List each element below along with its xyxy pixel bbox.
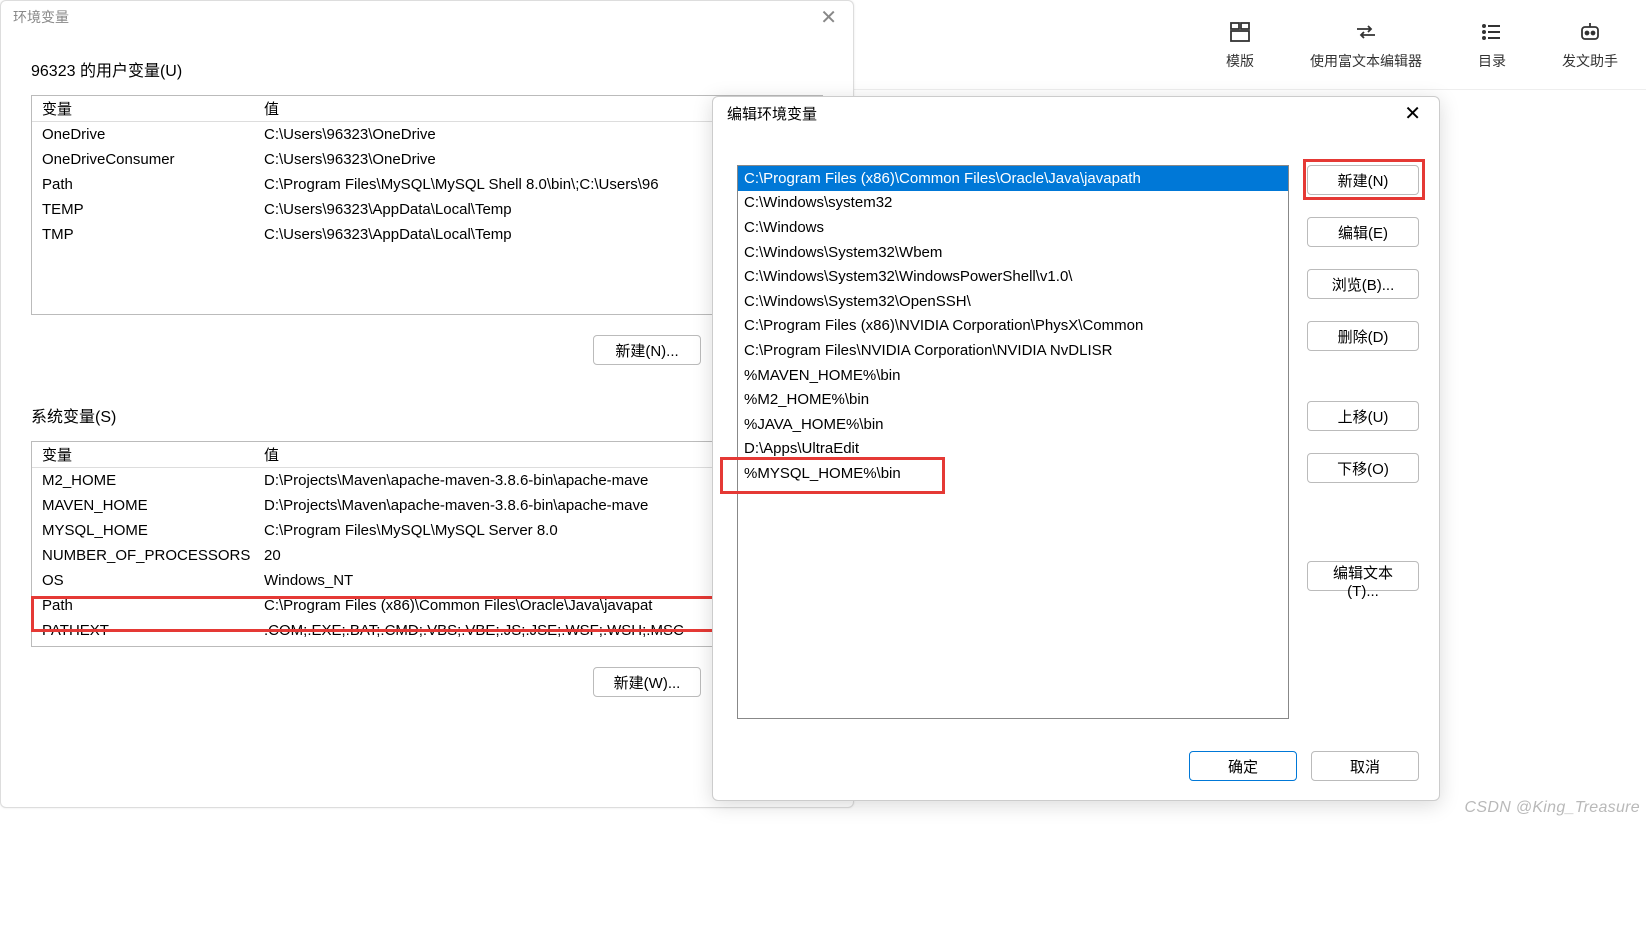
robot-icon <box>1577 19 1603 45</box>
table-row[interactable]: MAVEN_HOMED:\Projects\Maven\apache-maven… <box>32 493 822 518</box>
table-row[interactable]: TEMPC:\Users\96323\AppData\Local\Temp <box>32 197 822 222</box>
path-item[interactable]: %JAVA_HOME%\bin <box>738 412 1288 437</box>
delete-path-button[interactable]: 删除(D) <box>1307 321 1419 351</box>
table-row[interactable]: OneDriveC:\Users\96323\OneDrive <box>32 122 822 147</box>
path-item[interactable]: %MAVEN_HOME%\bin <box>738 363 1288 388</box>
path-item[interactable]: C:\Windows\System32\Wbem <box>738 240 1288 265</box>
new-sys-var-button[interactable]: 新建(W)... <box>593 667 701 697</box>
watermark: CSDN @King_Treasure <box>1465 799 1640 817</box>
user-vars-label: 96323 的用户变量(U) <box>31 57 823 81</box>
edit-dialog-title: 编辑环境变量 <box>727 103 817 124</box>
swap-icon <box>1353 19 1379 45</box>
table-row[interactable]: MYSQL_HOMEC:\Program Files\MySQL\MySQL S… <box>32 518 822 543</box>
path-item[interactable]: D:\Apps\UltraEdit <box>738 437 1288 462</box>
move-down-button[interactable]: 下移(O) <box>1307 453 1419 483</box>
toolbar-publish-assistant[interactable]: 发文助手 <box>1562 19 1618 71</box>
close-icon[interactable]: ✕ <box>1400 101 1425 126</box>
path-item[interactable]: C:\Program Files (x86)\NVIDIA Corporatio… <box>738 314 1288 339</box>
table-row[interactable]: TMPC:\Users\96323\AppData\Local\Temp <box>32 222 822 247</box>
toolbar-templates[interactable]: 模版 <box>1226 19 1254 71</box>
edit-cancel-button[interactable]: 取消 <box>1311 751 1419 781</box>
user-vars-table[interactable]: 变量 值 OneDriveC:\Users\96323\OneDrive One… <box>31 95 823 315</box>
toolbar-rich-editor-label: 使用富文本编辑器 <box>1310 51 1422 71</box>
toolbar-toc-label: 目录 <box>1478 51 1506 71</box>
toolbar-templates-label: 模版 <box>1226 51 1254 71</box>
table-row-path[interactable]: PathC:\Program Files (x86)\Common Files\… <box>32 593 822 618</box>
path-item[interactable]: C:\Program Files\NVIDIA Corporation\NVID… <box>738 338 1288 363</box>
table-header: 变量 值 <box>32 442 822 468</box>
close-icon[interactable]: ✕ <box>816 5 841 30</box>
path-item[interactable]: C:\Windows\system32 <box>738 191 1288 216</box>
path-item-mysql[interactable]: %MYSQL_HOME%\bin <box>738 461 1288 486</box>
edit-ok-button[interactable]: 确定 <box>1189 751 1297 781</box>
browse-button[interactable]: 浏览(B)... <box>1307 269 1419 299</box>
table-row[interactable]: OneDriveConsumerC:\Users\96323\OneDrive <box>32 147 822 172</box>
new-path-button[interactable]: 新建(N) <box>1307 165 1419 195</box>
col-variable: 变量 <box>32 98 264 119</box>
sys-vars-table[interactable]: 变量 值 M2_HOMED:\Projects\Maven\apache-mav… <box>31 441 823 647</box>
path-item[interactable]: %M2_HOME%\bin <box>738 387 1288 412</box>
path-list[interactable]: C:\Program Files (x86)\Common Files\Orac… <box>737 165 1289 719</box>
editor-toolbar: 模版 使用富文本编辑器 目录 发文助手 <box>854 0 1646 90</box>
new-user-var-button[interactable]: 新建(N)... <box>593 335 701 365</box>
edit-text-button[interactable]: 编辑文本(T)... <box>1307 561 1419 591</box>
edit-dialog-title-bar: 编辑环境变量 ✕ <box>713 97 1439 129</box>
path-item[interactable]: C:\Windows\System32\OpenSSH\ <box>738 289 1288 314</box>
move-up-button[interactable]: 上移(U) <box>1307 401 1419 431</box>
path-item[interactable]: C:\Windows\System32\WindowsPowerShell\v1… <box>738 264 1288 289</box>
path-item-selected[interactable]: C:\Program Files (x86)\Common Files\Orac… <box>738 166 1288 191</box>
table-row[interactable]: PathC:\Program Files\MySQL\MySQL Shell 8… <box>32 172 822 197</box>
table-row[interactable]: PROCESSOR_ARCHITECTUREAMD64 <box>32 643 822 647</box>
table-row[interactable]: NUMBER_OF_PROCESSORS20 <box>32 543 822 568</box>
templates-icon <box>1227 19 1253 45</box>
path-item[interactable]: C:\Windows <box>738 215 1288 240</box>
table-header: 变量 值 <box>32 96 822 122</box>
table-row[interactable]: OSWindows_NT <box>32 568 822 593</box>
table-row[interactable]: PATHEXT.COM;.EXE;.BAT;.CMD;.VBS;.VBE;.JS… <box>32 618 822 643</box>
col-variable: 变量 <box>32 444 264 465</box>
dialog-title-bar: 环境变量 ✕ <box>1 1 853 33</box>
edit-path-button[interactable]: 编辑(E) <box>1307 217 1419 247</box>
table-row[interactable]: M2_HOMED:\Projects\Maven\apache-maven-3.… <box>32 468 822 493</box>
toolbar-toc[interactable]: 目录 <box>1478 19 1506 71</box>
sys-vars-label: 系统变量(S) <box>31 403 823 427</box>
toolbar-rich-editor[interactable]: 使用富文本编辑器 <box>1310 19 1422 71</box>
edit-environment-variable-dialog: 编辑环境变量 ✕ C:\Program Files (x86)\Common F… <box>712 96 1440 801</box>
dialog-title: 环境变量 <box>13 7 69 27</box>
list-icon <box>1479 19 1505 45</box>
toolbar-publish-assistant-label: 发文助手 <box>1562 51 1618 71</box>
